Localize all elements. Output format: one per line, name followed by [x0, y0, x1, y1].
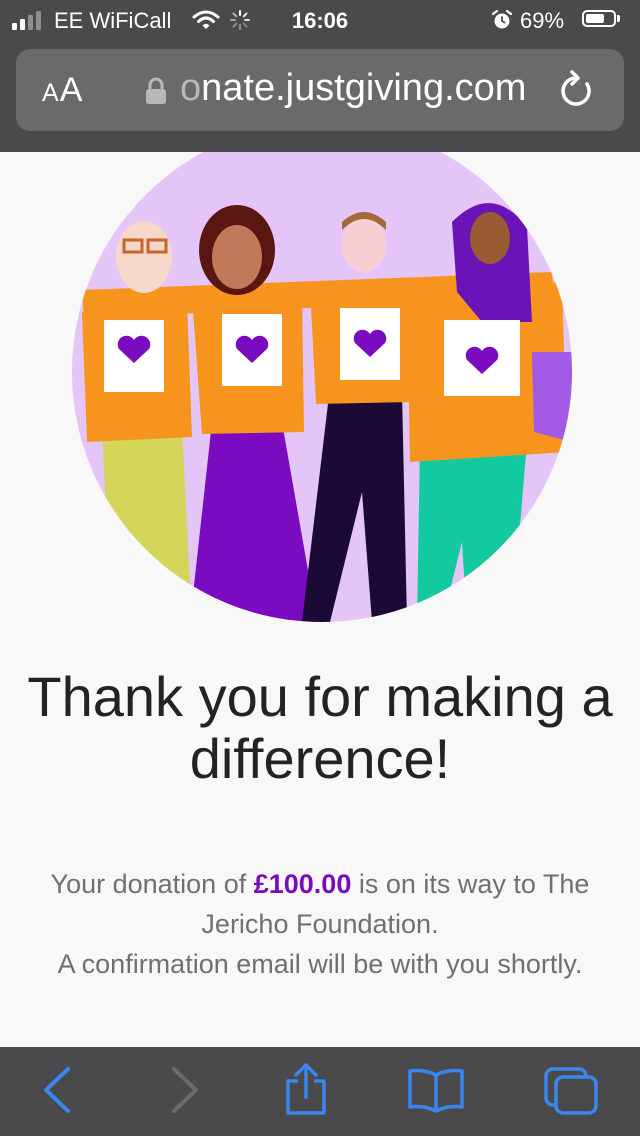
bookmarks-icon[interactable]: [406, 1067, 466, 1118]
address-bar[interactable]: AA onate.justgiving.com: [16, 49, 624, 131]
donation-amount: £100.00: [253, 869, 352, 899]
confirmation-message: Your donation of £100.00 is on its way t…: [30, 864, 610, 984]
web-content: Thank you for making a difference! Your …: [0, 152, 640, 1047]
url-text[interactable]: onate.justgiving.com: [180, 67, 526, 110]
bottom-toolbar: [0, 1047, 640, 1136]
battery-percent: 69%: [520, 8, 565, 33]
status-bar: EE WiFiCall 16:06 69%: [0, 0, 640, 40]
share-icon[interactable]: [282, 1061, 330, 1122]
back-icon[interactable]: [40, 1065, 74, 1120]
message-prefix: Your donation of: [50, 869, 254, 899]
confirmation-email-note: A confirmation email will be with you sh…: [57, 949, 583, 979]
forward-icon[interactable]: [168, 1065, 202, 1120]
lock-icon: [144, 77, 168, 110]
text-size-button[interactable]: AA: [42, 71, 83, 110]
battery-icon: [582, 10, 620, 27]
page-title: Thank you for making a difference!: [27, 665, 613, 790]
reload-icon[interactable]: [556, 69, 596, 116]
browser-chrome: AA onate.justgiving.com: [0, 40, 640, 152]
volunteers-illustration: [72, 152, 572, 622]
alarm-icon: [491, 9, 513, 31]
tabs-icon[interactable]: [542, 1065, 600, 1122]
